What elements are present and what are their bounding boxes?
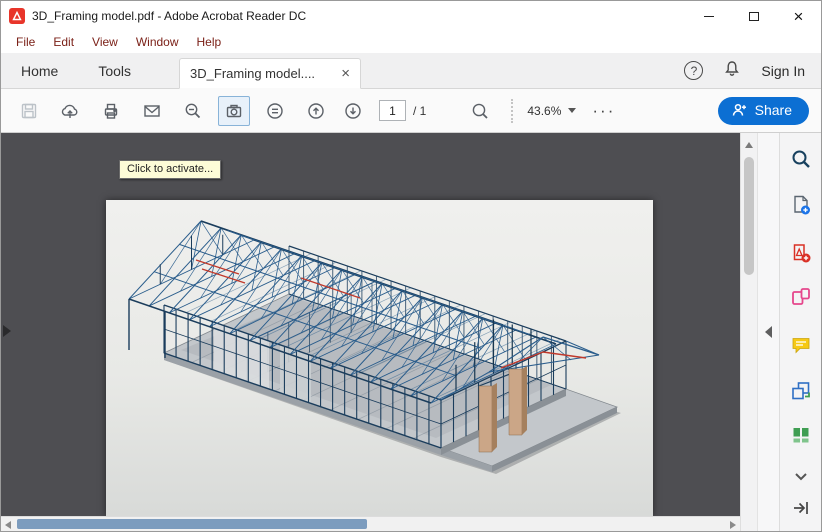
maximize-icon [749, 12, 759, 21]
tooltip: Click to activate... [119, 160, 221, 179]
organize-pages-tool-button[interactable] [788, 422, 814, 448]
edit-pdf-tool-button[interactable] [788, 284, 814, 310]
document-tab-close-icon[interactable]: × [341, 65, 350, 82]
share-button[interactable]: Share [718, 97, 809, 125]
scroll-right-icon[interactable] [730, 521, 736, 529]
horizontal-scrollbar[interactable] [1, 516, 740, 531]
menu-window[interactable]: Window [127, 33, 188, 51]
acrobat-logo-icon [9, 8, 25, 24]
comment-tool-button[interactable] [788, 332, 814, 358]
toolbar: / 1 43.6% ··· Share [1, 89, 821, 133]
tab-document[interactable]: 3D_Framing model.... × [179, 58, 361, 89]
scroll-up-icon[interactable] [745, 142, 753, 148]
vertical-scrollbar[interactable] [740, 133, 757, 531]
find-button[interactable] [464, 96, 496, 126]
save-button[interactable] [13, 96, 45, 126]
document-area: Click to activate... [1, 133, 740, 531]
maximize-button[interactable] [731, 1, 776, 31]
minimize-icon [704, 16, 714, 17]
minimize-button[interactable] [686, 1, 731, 31]
snapshot-tool-button[interactable] [218, 96, 250, 126]
print-button[interactable] [95, 96, 127, 126]
tab-home[interactable]: Home [1, 53, 78, 88]
acrobat-window: 3D_Framing model.pdf - Adobe Acrobat Rea… [0, 0, 822, 532]
menu-file[interactable]: File [7, 33, 44, 51]
pdf-page[interactable] [106, 200, 653, 516]
page-number-input[interactable] [379, 100, 406, 121]
menu-help[interactable]: Help [188, 33, 231, 51]
combine-files-tool-button[interactable] [788, 378, 814, 404]
email-button[interactable] [136, 96, 168, 126]
tabbar-right: ? Sign In [684, 53, 821, 88]
right-pane-collapse-icon [765, 326, 772, 338]
close-button[interactable]: × [776, 1, 821, 31]
search-tool-button[interactable] [788, 146, 814, 172]
main-area: Click to activate... [1, 133, 821, 531]
previous-page-button[interactable] [300, 96, 332, 126]
scroll-left-icon[interactable] [5, 521, 11, 529]
save-to-cloud-button[interactable] [54, 96, 86, 126]
help-icon[interactable]: ? [684, 61, 703, 80]
zoom-level-dropdown[interactable]: 43.6% [527, 104, 576, 118]
framing-model-image [106, 200, 653, 516]
more-tools-chevron-icon[interactable] [788, 463, 814, 489]
page-count-label: / 1 [413, 104, 426, 118]
titlebar: 3D_Framing model.pdf - Adobe Acrobat Rea… [1, 1, 821, 31]
menu-edit[interactable]: Edit [44, 33, 83, 51]
share-label: Share [755, 102, 792, 118]
create-pdf-tool-button[interactable] [788, 192, 814, 218]
left-pane-expand-icon[interactable] [3, 325, 11, 337]
zoom-out-button[interactable] [177, 96, 209, 126]
vertical-scroll-thumb[interactable] [744, 157, 754, 275]
export-pdf-tool-button[interactable] [788, 240, 814, 266]
window-title: 3D_Framing model.pdf - Adobe Acrobat Rea… [32, 9, 306, 23]
tabbar: Home Tools 3D_Framing model.... × ? Sign… [1, 53, 821, 89]
menu-view[interactable]: View [83, 33, 127, 51]
tab-tools[interactable]: Tools [78, 53, 151, 88]
page-number-box: / 1 [379, 100, 426, 121]
menubar: File Edit View Window Help [1, 31, 821, 53]
sign-in-button[interactable]: Sign In [761, 63, 805, 79]
tools-rail [779, 133, 821, 531]
toolbar-separator [511, 99, 513, 123]
zoom-level-value: 43.6% [527, 104, 561, 118]
more-tools-button[interactable]: ··· [592, 101, 615, 121]
open-tools-pane-button[interactable] [788, 495, 814, 521]
horizontal-scroll-thumb[interactable] [17, 519, 367, 529]
page-display-button[interactable] [259, 96, 291, 126]
share-person-plus-icon [731, 102, 748, 119]
chevron-down-icon [568, 108, 576, 113]
next-page-button[interactable] [337, 96, 369, 126]
notifications-bell-icon[interactable] [723, 59, 741, 82]
right-pane-toggle[interactable] [757, 133, 779, 531]
document-tab-label: 3D_Framing model.... [190, 66, 335, 81]
close-icon: × [794, 8, 804, 25]
